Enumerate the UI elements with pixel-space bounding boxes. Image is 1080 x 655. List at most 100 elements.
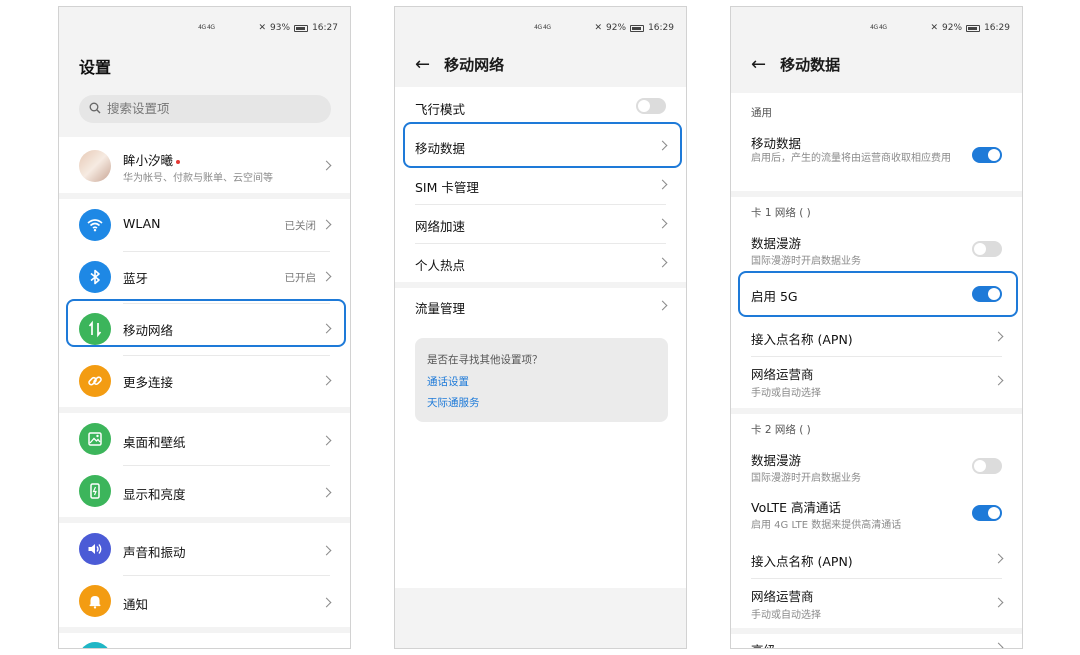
menu-item-hotspot[interactable]: 个人热点 xyxy=(395,243,686,282)
card1-data-roaming-row[interactable]: 数据漫游 国际漫游时开启数据业务 xyxy=(731,227,1022,271)
settings-item-more-connections[interactable]: 更多连接 xyxy=(59,355,350,407)
help-question: 是否在寻找其他设置项？ xyxy=(427,354,543,366)
card2-volte-row[interactable]: VoLTE 高清通话 启用 4G LTE 数据来提供高清通话 xyxy=(731,492,1022,536)
battery-icon xyxy=(966,24,981,32)
page-title: 移动数据 xyxy=(780,56,841,74)
chevron-right-icon xyxy=(993,553,1004,564)
back-arrow-icon[interactable]: ← xyxy=(751,55,766,74)
link-call-settings[interactable]: 通话设置 xyxy=(427,374,469,389)
data-roaming-label: 数据漫游 xyxy=(751,453,802,468)
back-arrow-icon[interactable]: ← xyxy=(415,55,430,74)
clock: 16:29 xyxy=(984,23,1010,33)
card1-carrier-row[interactable]: 网络运营商 手动或自动选择 xyxy=(731,357,1022,405)
settings-item-label: 更多连接 xyxy=(123,375,174,390)
bluetooth-state: 已开启 xyxy=(284,272,317,284)
menu-item-label: 网络加速 xyxy=(415,219,466,234)
card2-group: 卡 2 网络 ( ) 数据漫游 国际漫游时开启数据业务 VoLTE 高清通话 启… xyxy=(731,414,1022,628)
section-header-card1: 卡 1 网络 ( ) xyxy=(751,207,811,219)
card2-data-roaming-toggle[interactable] xyxy=(972,458,1002,474)
airplane-mode-row[interactable]: 飞行模式 xyxy=(395,87,686,126)
signal-indicator: 4G 4G xyxy=(198,24,215,31)
advanced-row[interactable]: 高级 xyxy=(731,634,1022,648)
signal-indicator: 4G 4G xyxy=(870,24,887,31)
clock: 16:29 xyxy=(648,23,674,33)
page-title: 设置 xyxy=(79,58,112,77)
chevron-right-icon xyxy=(321,487,332,498)
settings-item-wallpaper[interactable]: 桌面和壁纸 xyxy=(59,413,350,465)
sound-group: 声音和振动 通知 xyxy=(59,523,350,627)
chevron-right-icon xyxy=(993,642,1004,648)
status-bar: 4G 4G ✕ 92% 16:29 xyxy=(870,22,1010,34)
section-header-general: 通用 xyxy=(751,107,772,119)
mobile-data-toggle[interactable] xyxy=(972,147,1002,163)
display-icon xyxy=(79,475,111,507)
network-group: 飞行模式 移动数据 SIM 卡管理 网络加速 个人热点 xyxy=(395,87,686,282)
bell-icon xyxy=(79,585,111,617)
card2-data-roaming-row[interactable]: 数据漫游 国际漫游时开启数据业务 xyxy=(731,444,1022,488)
settings-item-label: 桌面和壁纸 xyxy=(123,435,186,450)
search-placeholder: 搜索设置项 xyxy=(107,101,170,116)
chevron-right-icon xyxy=(657,179,668,190)
link-icon xyxy=(79,365,111,397)
settings-item-label: 声音和振动 xyxy=(123,545,186,560)
avatar xyxy=(79,150,111,182)
link-skytone-service[interactable]: 天际通服务 xyxy=(427,395,480,410)
mobile-data-description: 启用后，产生的流量将由运营商收取相应费用 xyxy=(751,153,951,164)
settings-item-label: 通知 xyxy=(123,597,149,612)
airplane-mode-toggle[interactable] xyxy=(636,98,666,114)
settings-item-wlan[interactable]: WLAN 已关闭 xyxy=(59,199,350,251)
chevron-right-icon xyxy=(993,597,1004,608)
highlight-box xyxy=(66,299,346,347)
menu-item-label: SIM 卡管理 xyxy=(415,180,479,195)
mobile-network-screen: 4G 4G ✕ 92% 16:29 ← 移动网络 飞行模式 移动数据 SIM 卡… xyxy=(394,6,687,649)
chevron-right-icon xyxy=(321,435,332,446)
settings-item-label: WLAN xyxy=(123,216,161,231)
menu-item-sim-management[interactable]: SIM 卡管理 xyxy=(395,165,686,204)
wlan-state: 已关闭 xyxy=(284,220,317,232)
carrier-description: 手动或自动选择 xyxy=(751,388,821,399)
signal-indicator: 4G 4G xyxy=(534,24,551,31)
settings-item-bluetooth[interactable]: 蓝牙 已开启 xyxy=(59,251,350,303)
menu-item-network-acceleration[interactable]: 网络加速 xyxy=(395,204,686,243)
carrier-label: 网络运营商 xyxy=(751,589,814,604)
search-input[interactable]: 搜索设置项 xyxy=(79,95,331,123)
settings-item-label: 蓝牙 xyxy=(123,271,149,286)
settings-item-sound[interactable]: 声音和振动 xyxy=(59,523,350,575)
profile-name: 眸小汐曦 xyxy=(123,153,174,168)
mobile-data-screen: 4G 4G ✕ 92% 16:29 ← 移动数据 通用 移动数据 启用后，产生的… xyxy=(730,6,1023,649)
page-title: 移动网络 xyxy=(444,56,505,74)
chevron-right-icon xyxy=(657,300,668,311)
header: ← 移动数据 xyxy=(751,54,840,75)
mute-icon: ✕ xyxy=(594,23,603,33)
section-header-card2: 卡 2 网络 ( ) xyxy=(751,424,811,436)
wallpaper-icon xyxy=(79,423,111,455)
menu-item-traffic-management[interactable]: 流量管理 xyxy=(395,288,686,330)
apn-label: 接入点名称 (APN) xyxy=(751,554,853,569)
clock: 16:27 xyxy=(312,23,338,33)
traffic-group: 流量管理 是否在寻找其他设置项？ 通话设置 天际通服务 xyxy=(395,288,686,588)
carrier-description: 手动或自动选择 xyxy=(751,610,821,621)
settings-item-notifications[interactable]: 通知 xyxy=(59,575,350,627)
bluetooth-icon xyxy=(79,261,111,293)
volte-toggle[interactable] xyxy=(972,505,1002,521)
chevron-right-icon xyxy=(657,218,668,229)
mobile-data-row[interactable]: 移动数据 启用后，产生的流量将由运营商收取相应费用 xyxy=(731,127,1022,187)
search-icon xyxy=(89,102,101,114)
profile-card[interactable]: 眸小汐曦 华为帐号、付款与账单、云空间等 xyxy=(59,137,350,193)
app-icon xyxy=(79,642,111,648)
chevron-right-icon xyxy=(321,219,332,230)
advanced-group: 高级 xyxy=(731,634,1022,648)
settings-item-display[interactable]: 显示和亮度 xyxy=(59,465,350,517)
menu-item-label: 流量管理 xyxy=(415,301,466,316)
card1-data-roaming-toggle[interactable] xyxy=(972,241,1002,257)
wifi-icon xyxy=(79,209,111,241)
header: ← 移动网络 xyxy=(415,54,504,75)
card1-apn-row[interactable]: 接入点名称 (APN) xyxy=(731,318,1022,356)
data-roaming-label: 数据漫游 xyxy=(751,236,802,251)
card2-apn-row[interactable]: 接入点名称 (APN) xyxy=(731,540,1022,578)
data-roaming-description: 国际漫游时开启数据业务 xyxy=(751,473,861,484)
highlight-box xyxy=(738,271,1018,317)
card2-carrier-row[interactable]: 网络运营商 手动或自动选择 xyxy=(731,579,1022,627)
mobile-data-label: 移动数据 xyxy=(751,136,802,151)
help-box: 是否在寻找其他设置项？ 通话设置 天际通服务 xyxy=(415,338,668,422)
